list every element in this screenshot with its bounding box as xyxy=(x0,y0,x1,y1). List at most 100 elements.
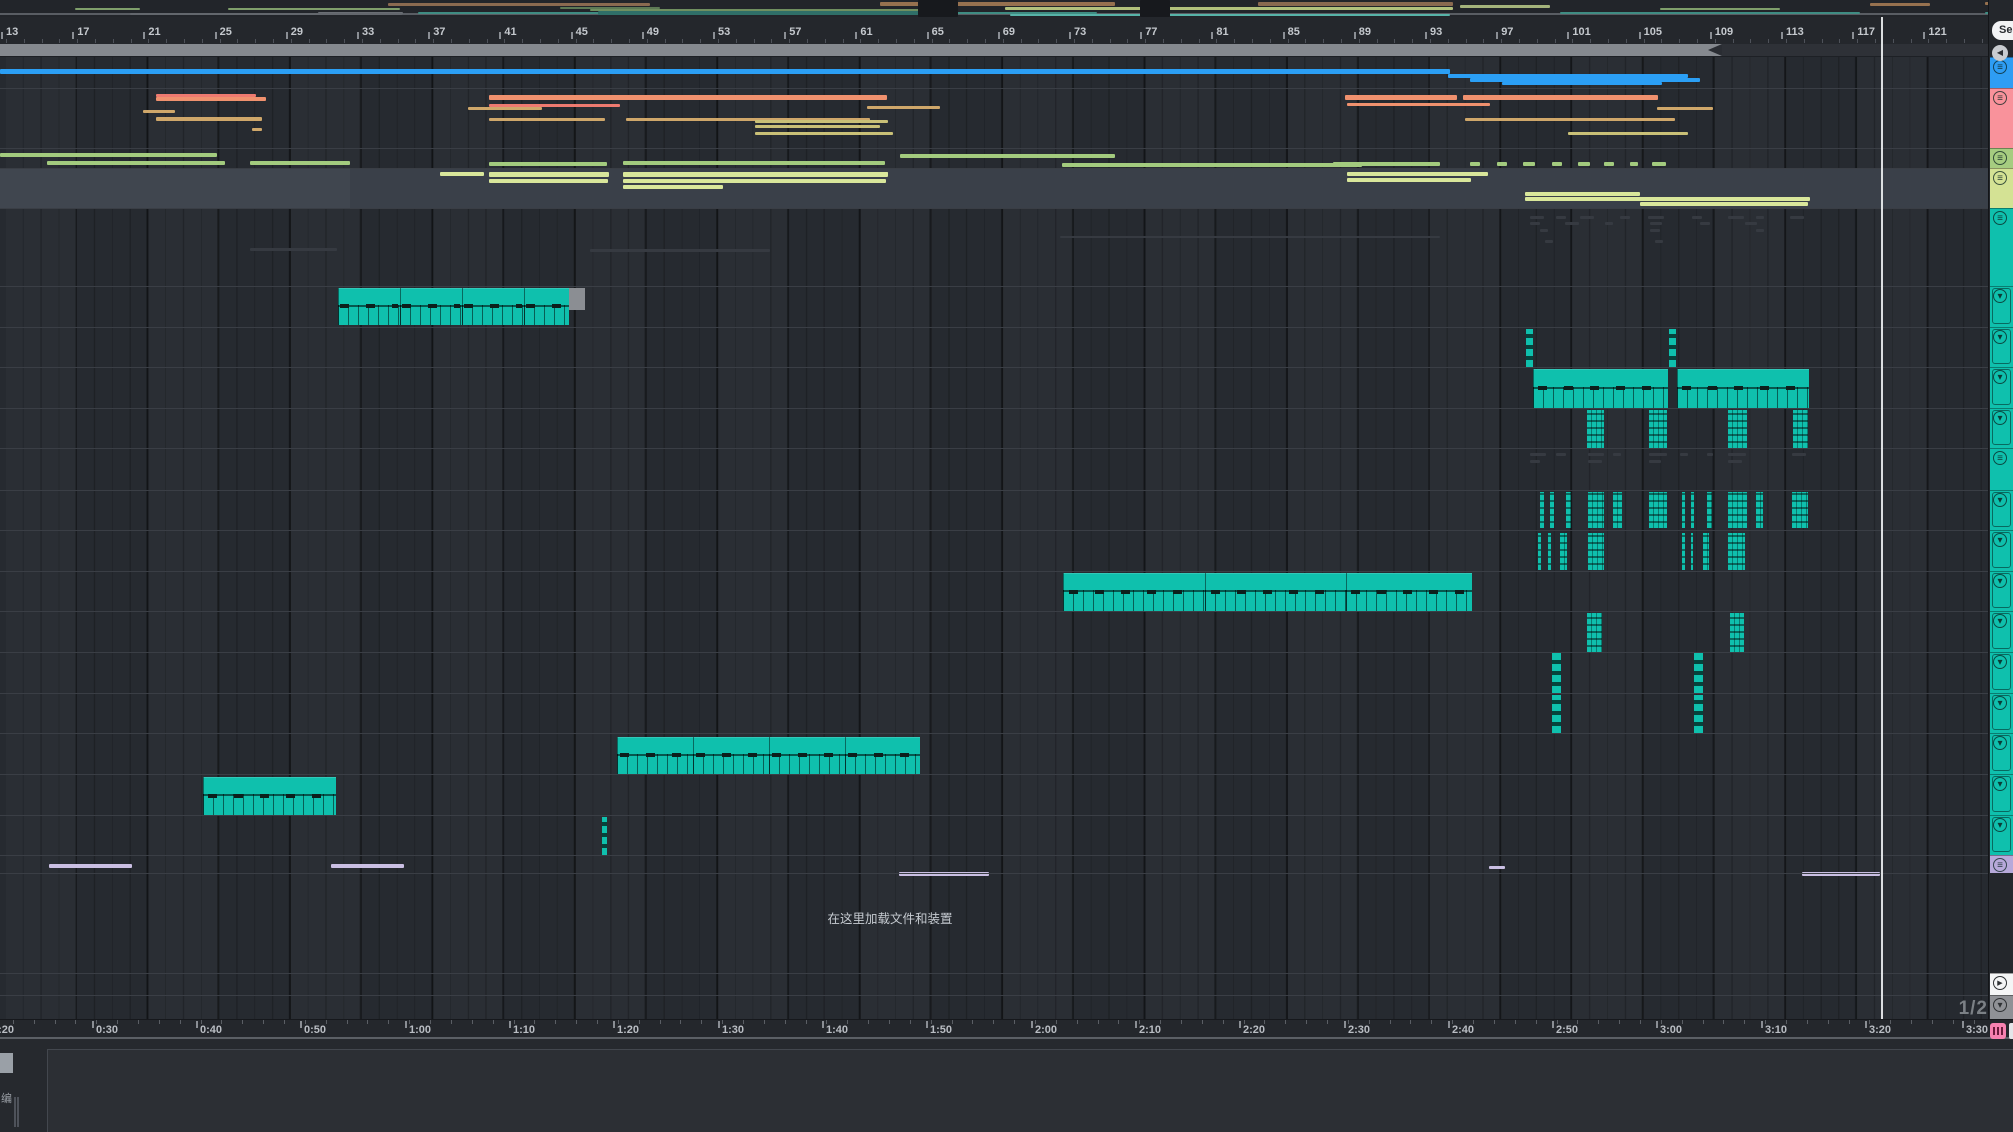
midi-clip-sliver[interactable] xyxy=(1694,695,1703,733)
note-segment[interactable] xyxy=(1652,162,1666,166)
overview-clip-segment[interactable] xyxy=(1140,0,1170,17)
midi-clip[interactable] xyxy=(203,777,336,815)
midi-clip-fragment[interactable] xyxy=(1548,533,1551,570)
note-segment[interactable] xyxy=(623,161,885,165)
note-segment[interactable] xyxy=(1649,460,1661,463)
note-segment[interactable] xyxy=(1556,453,1566,456)
note-segment[interactable] xyxy=(1470,162,1480,166)
note-segment[interactable] xyxy=(440,172,484,176)
note-segment[interactable] xyxy=(489,162,607,166)
midi-clip[interactable] xyxy=(693,737,769,774)
note-segment[interactable] xyxy=(1630,162,1638,166)
note-segment[interactable] xyxy=(1648,216,1664,219)
note-segment[interactable] xyxy=(1489,866,1505,869)
note-segment[interactable] xyxy=(143,110,175,113)
overview-clip-segment[interactable] xyxy=(1660,8,1780,10)
note-segment[interactable] xyxy=(1650,222,1662,225)
track-header[interactable]: ▾ xyxy=(1990,693,2013,733)
panel-grip[interactable] xyxy=(17,1097,19,1127)
midi-clip[interactable] xyxy=(462,288,524,325)
track-header[interactable]: ▾ xyxy=(1990,995,2013,1019)
note-segment[interactable] xyxy=(1580,216,1594,219)
note-segment[interactable] xyxy=(1497,162,1507,166)
overview-clip-segment[interactable] xyxy=(918,0,958,17)
track-header[interactable]: ▾ xyxy=(1990,530,2013,571)
note-segment[interactable] xyxy=(1790,216,1804,219)
midi-clip-sliver[interactable] xyxy=(1552,653,1561,693)
bar-ruler[interactable]: 1317212529333741454953576165697377818589… xyxy=(0,17,2013,44)
fold-icon[interactable]: ▾ xyxy=(1993,998,2007,1012)
note-segment[interactable] xyxy=(1568,132,1688,135)
note-segment[interactable] xyxy=(1565,222,1579,225)
note-segment[interactable] xyxy=(1530,222,1540,225)
note-segment[interactable] xyxy=(49,864,132,868)
detail-panel-selector[interactable] xyxy=(0,1053,13,1073)
track-header[interactable]: ≡ xyxy=(1990,208,2013,286)
note-segment[interactable] xyxy=(468,107,542,110)
fold-icon[interactable]: ▾ xyxy=(1993,533,2007,547)
fold-icon[interactable]: ▾ xyxy=(1993,777,2007,791)
note-segment[interactable] xyxy=(1333,162,1440,166)
note-segment[interactable] xyxy=(1792,453,1806,456)
midi-clip-fragment[interactable] xyxy=(1566,492,1571,528)
note-segment[interactable] xyxy=(0,69,1450,74)
note-segment[interactable] xyxy=(1692,216,1702,219)
overview-clip-segment[interactable] xyxy=(1010,14,1450,16)
note-segment[interactable] xyxy=(590,249,770,252)
note-segment[interactable] xyxy=(489,179,608,183)
note-segment[interactable] xyxy=(1657,107,1713,110)
overview-clip-segment[interactable] xyxy=(75,8,140,10)
note-segment[interactable] xyxy=(1578,162,1590,166)
fold-icon[interactable]: ▾ xyxy=(1993,655,2007,669)
midi-clip-fragment[interactable] xyxy=(1793,410,1808,448)
midi-clip-sliver[interactable] xyxy=(602,817,607,855)
midi-clip-fragment[interactable] xyxy=(1730,613,1744,652)
midi-clip[interactable] xyxy=(1346,573,1472,611)
track-header[interactable]: ≡ xyxy=(1990,168,2013,208)
track-header[interactable]: ▾ xyxy=(1990,286,2013,327)
fold-icon[interactable]: ▾ xyxy=(1993,736,2007,750)
note-segment[interactable] xyxy=(1728,460,1742,463)
midi-clip-fragment[interactable] xyxy=(1691,492,1694,528)
midi-clip-fragment[interactable] xyxy=(1613,492,1622,528)
note-segment[interactable] xyxy=(1605,222,1613,225)
midi-clip-fragment[interactable] xyxy=(1728,492,1747,528)
midi-clip[interactable] xyxy=(845,737,920,774)
midi-clip-fragment[interactable] xyxy=(1587,613,1602,652)
note-segment[interactable] xyxy=(1530,460,1540,463)
track-header[interactable]: ▾ xyxy=(1990,408,2013,448)
midi-clip-fragment[interactable] xyxy=(1588,492,1604,528)
note-segment[interactable] xyxy=(1728,216,1744,219)
note-segment[interactable] xyxy=(1556,216,1566,219)
note-segment[interactable] xyxy=(1700,222,1710,225)
overview-clip-segment[interactable] xyxy=(228,8,400,10)
midi-clip-fragment[interactable] xyxy=(1550,492,1554,528)
midi-clip-fragment[interactable] xyxy=(1560,533,1567,570)
note-segment[interactable] xyxy=(250,248,337,251)
note-segment[interactable] xyxy=(331,864,404,868)
back-arrow-button[interactable]: ◀ xyxy=(1992,45,2008,61)
midi-clip-fragment[interactable] xyxy=(1728,410,1747,448)
track-header[interactable]: ≡ xyxy=(1990,448,2013,490)
menu-icon[interactable]: ≡ xyxy=(1993,60,2007,74)
note-segment[interactable] xyxy=(1347,178,1471,182)
note-segment[interactable] xyxy=(1465,118,1675,121)
fold-icon[interactable]: ▾ xyxy=(1993,614,2007,628)
midi-clip-fragment[interactable] xyxy=(1682,492,1685,528)
note-segment[interactable] xyxy=(489,118,605,121)
overview-clip-segment[interactable] xyxy=(388,3,650,6)
menu-icon[interactable]: ≡ xyxy=(1993,858,2007,872)
midi-clip-fragment[interactable] xyxy=(1587,410,1604,448)
midi-clip[interactable] xyxy=(769,737,845,774)
track-header[interactable]: ≡ xyxy=(1990,148,2013,168)
note-segment[interactable] xyxy=(1540,229,1548,232)
note-segment[interactable] xyxy=(489,95,887,100)
menu-icon[interactable]: ≡ xyxy=(1993,451,2007,465)
fold-icon[interactable]: ▾ xyxy=(1993,289,2007,303)
note-segment[interactable] xyxy=(1545,240,1553,243)
track-header[interactable]: ▾ xyxy=(1990,571,2013,611)
track-header[interactable]: ▾ xyxy=(1990,815,2013,855)
set-pill-button[interactable]: Se xyxy=(1992,21,2013,40)
midi-clip[interactable] xyxy=(338,288,400,325)
note-segment[interactable] xyxy=(1525,197,1810,201)
